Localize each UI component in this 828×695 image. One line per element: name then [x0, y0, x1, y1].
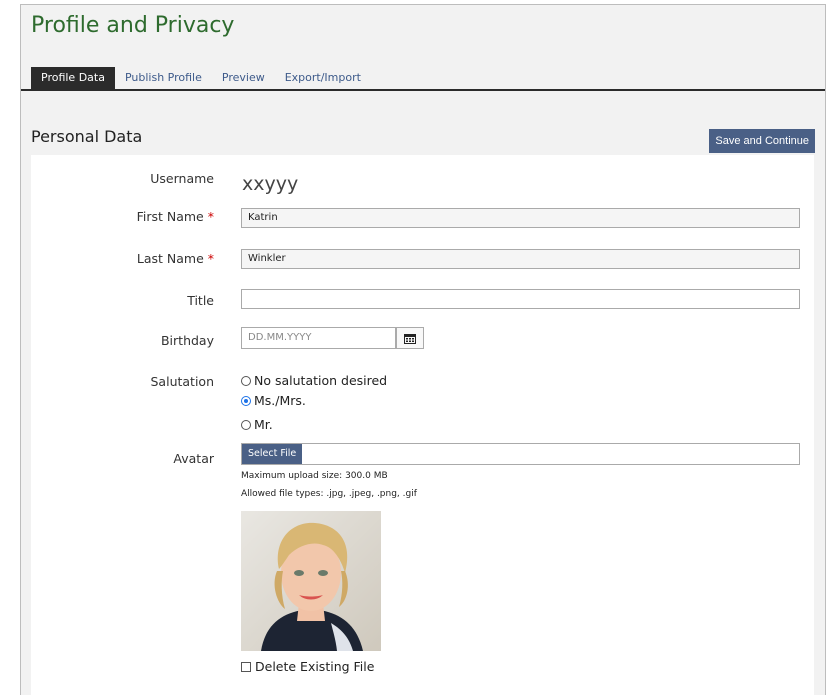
first-name-label: First Name * [137, 209, 214, 224]
username-label: Username [150, 171, 214, 186]
delete-file-checkbox[interactable] [241, 661, 251, 672]
salutation-option-mr[interactable]: Mr. [241, 417, 273, 432]
last-name-field[interactable]: Winkler [241, 249, 800, 269]
radio-label: No salutation desired [254, 373, 388, 388]
allowed-file-types: Allowed file types: .jpg, .jpeg, .png, .… [241, 489, 417, 499]
avatar-portrait [241, 511, 381, 651]
required-mark: * [207, 251, 214, 266]
salutation-label: Salutation [150, 374, 215, 389]
checkbox-label: Delete Existing File [255, 659, 375, 674]
max-upload-size: Maximum upload size: 300.0 MB [241, 471, 388, 481]
tab-divider [21, 89, 825, 91]
title-label: Title [187, 293, 214, 308]
avatar-upload-field[interactable]: Select File [241, 443, 800, 465]
page-title: Profile and Privacy [31, 13, 235, 38]
salutation-option-ms[interactable]: Ms./Mrs. [241, 393, 306, 408]
avatar-label: Avatar [173, 451, 214, 466]
tab-preview[interactable]: Preview [212, 67, 275, 89]
radio-label: Mr. [254, 417, 273, 432]
salutation-option-none[interactable]: No salutation desired [241, 373, 387, 388]
calendar-icon [404, 333, 416, 344]
title-field[interactable] [241, 289, 800, 309]
calendar-button[interactable] [396, 327, 424, 349]
birthday-field[interactable]: DD.MM.YYYY [241, 327, 396, 349]
radio-button-selected[interactable] [241, 395, 251, 406]
tab-profile-data[interactable]: Profile Data [31, 67, 115, 89]
required-mark: * [207, 209, 214, 224]
form-panel: Username xxyyy First Name * Katrin Last … [31, 155, 814, 695]
radio-button[interactable] [241, 419, 251, 430]
radio-button[interactable] [241, 375, 251, 386]
last-name-label: Last Name * [137, 251, 214, 266]
select-file-button[interactable]: Select File [242, 444, 303, 464]
profile-window: Profile and Privacy Profile Data Publish… [20, 4, 826, 695]
radio-label: Ms./Mrs. [254, 393, 306, 408]
birthday-label: Birthday [160, 333, 214, 348]
section-title: Personal Data [31, 127, 143, 146]
last-name-label-text: Last Name [136, 251, 204, 266]
tab-bar: Profile Data Publish Profile Preview Exp… [31, 67, 371, 89]
tab-export-import[interactable]: Export/Import [275, 67, 371, 89]
tab-publish-profile[interactable]: Publish Profile [115, 67, 212, 89]
avatar-image [241, 511, 381, 651]
delete-existing-file-option[interactable]: Delete Existing File [241, 659, 374, 674]
save-and-continue-button[interactable]: Save and Continue [709, 129, 815, 153]
first-name-field[interactable]: Katrin [241, 208, 800, 228]
first-name-label-text: First Name [136, 209, 204, 224]
username-value: xxyyy [242, 173, 299, 195]
